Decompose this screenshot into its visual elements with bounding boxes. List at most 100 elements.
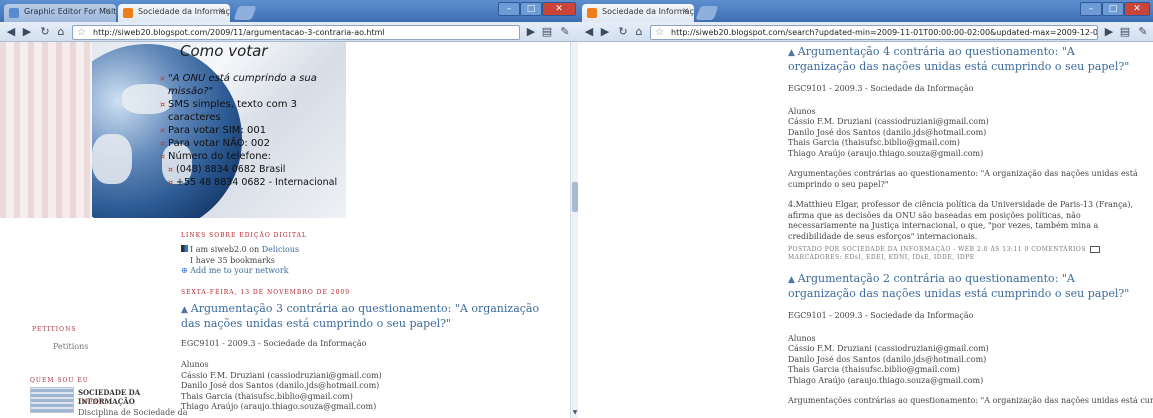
- post-title-text[interactable]: Argumentação 3 contrária ao questionamen…: [181, 302, 539, 330]
- close-tab-icon[interactable]: ×: [104, 6, 111, 15]
- petitions-heading: PETITIONS: [32, 326, 77, 333]
- favicon-icon: [9, 8, 19, 18]
- tab-label: Sociedade da Informação -...: [138, 7, 230, 16]
- post-subtitle: EGC9101 - 2009.3 - Sociedade da Informaç…: [788, 311, 974, 320]
- tab-label: Graphic Editor For Multiling...: [24, 7, 116, 16]
- tab-graphic-editor[interactable]: Graphic Editor For Multiling... ×: [4, 4, 116, 22]
- post-title[interactable]: ▲ Argumentação 2 contrária ao questionam…: [788, 272, 1143, 301]
- aluno-item: Cássio F.M. Druziani (cassiodruziani@gma…: [181, 370, 382, 380]
- profile-description: Disciplina de Sociedade da: [78, 408, 188, 417]
- close-window-button[interactable]: ✕: [1124, 2, 1150, 16]
- aluno-item: Thiago Araújo (araujo.thiago.souza@gmail…: [788, 148, 984, 158]
- banner-item: caracteres: [168, 112, 221, 123]
- blogger-icon: [123, 8, 133, 18]
- links-heading: LINKS SOBRE EDIÇÃO DIGITAL: [181, 232, 307, 239]
- minimize-button[interactable]: –: [498, 2, 520, 16]
- banner-item: "A ONU está cumprindo a sua: [160, 72, 337, 85]
- address-bar[interactable]: ☆ http://siweb20.blogspot.com/2009/11/ar…: [72, 25, 520, 40]
- quem-sou-eu-heading: QUEM SOU EU: [30, 377, 89, 384]
- posted-by[interactable]: POSTADO POR SOCIEDADE DA INFORMAÇÃO - WE…: [788, 246, 1086, 253]
- add-network-link[interactable]: Add me to your network: [190, 266, 288, 275]
- post-subtitle: EGC9101 - 2009.3 - Sociedade da Informaç…: [181, 338, 367, 348]
- go-icon[interactable]: ▶: [524, 25, 538, 39]
- minimize-button[interactable]: –: [1080, 2, 1102, 16]
- aluno-item: Danilo José dos Santos (danilo.jds@hotma…: [788, 127, 987, 137]
- building-image: [0, 42, 92, 218]
- post-subtitle: EGC9101 - 2009.3 - Sociedade da Informaç…: [788, 84, 974, 93]
- go-icon[interactable]: ▶: [1102, 25, 1116, 39]
- delicious-text: I am siweb2.0 on: [190, 245, 262, 254]
- blogger-icon: [587, 8, 597, 18]
- add-icon: ⊕: [181, 266, 191, 275]
- new-tab-button[interactable]: [233, 6, 257, 20]
- aluno-item: Thiago Araújo (araujo.thiago.souza@gmail…: [788, 375, 984, 385]
- aluno-item: Cássio F.M. Druziani (cassiodruziani@gma…: [788, 117, 989, 126]
- banner-item: +55 48 8834 0682 - Internacional: [160, 176, 337, 189]
- new-tab-button[interactable]: [695, 6, 719, 20]
- url-text: http://siweb20.blogspot.com/search?updat…: [671, 28, 1098, 37]
- post-title[interactable]: ▲ Argumentação 3 contrária ao questionam…: [181, 302, 561, 331]
- post-paragraph: 4.Matthieu Elgar, professor de ciência p…: [788, 200, 1133, 241]
- page-menu-icon[interactable]: ▤: [540, 25, 554, 39]
- tab-sociedade[interactable]: Sociedade da Informação -... ×: [582, 4, 694, 22]
- reload-icon[interactable]: ↻: [38, 25, 52, 39]
- home-icon[interactable]: ⌂: [54, 25, 68, 39]
- bookmarks-count: I have 35 bookmarks: [190, 255, 275, 265]
- aluno-item: Cássio F.M. Druziani (cassiodruziani@gma…: [788, 344, 989, 353]
- banner-item: SMS simples, texto com 3: [160, 98, 337, 111]
- email-icon[interactable]: [1089, 246, 1100, 253]
- delicious-link[interactable]: Delicious: [262, 245, 299, 254]
- post-title-text[interactable]: Argumentação 2 contrária ao questionamen…: [788, 272, 1129, 300]
- toolbar: ◀ ▶ ↻ ⌂ ☆ http://siweb20.blogspot.com/se…: [578, 22, 1153, 42]
- home-icon[interactable]: ⌂: [632, 25, 646, 39]
- maximize-button[interactable]: □: [1102, 2, 1124, 16]
- post-icon: ▲: [788, 48, 798, 58]
- vertical-scrollbar[interactable]: ▼: [570, 42, 578, 418]
- banner-title: Como votar: [180, 42, 268, 60]
- url-text: http://siweb20.blogspot.com/2009/11/argu…: [93, 28, 385, 37]
- reload-icon[interactable]: ↻: [616, 25, 630, 39]
- page-menu-icon[interactable]: ▤: [1118, 25, 1132, 39]
- wrench-icon[interactable]: ✎: [558, 25, 572, 39]
- right-browser-window: Sociedade da Informação -... × – □ ✕ ◀ ▶…: [578, 0, 1153, 418]
- date-heading: SEXTA-FEIRA, 13 DE NOVEMBRO DE 2009: [181, 288, 351, 296]
- forward-icon[interactable]: ▶: [20, 25, 34, 39]
- back-icon[interactable]: ◀: [582, 25, 596, 39]
- banner-list: "A ONU está cumprindo a sua missão?" SMS…: [160, 72, 337, 189]
- wrench-icon[interactable]: ✎: [1136, 25, 1150, 39]
- profile-subtitle: - WEB 2.0: [78, 399, 109, 406]
- banner-item: (048) 8834 0682 Brasil: [160, 163, 337, 176]
- close-window-button[interactable]: ✕: [542, 2, 576, 16]
- close-tab-icon[interactable]: ×: [218, 6, 225, 15]
- post-title-text[interactable]: Argumentação 4 contrária ao questionamen…: [788, 45, 1129, 73]
- address-bar[interactable]: ☆ http://siweb20.blogspot.com/search?upd…: [650, 25, 1098, 40]
- post-title[interactable]: ▲ Argumentação 4 contrária ao questionam…: [788, 45, 1143, 74]
- forward-icon[interactable]: ▶: [598, 25, 612, 39]
- delicious-icon: [181, 245, 188, 252]
- post-icon: ▲: [181, 304, 191, 315]
- star-icon[interactable]: ☆: [655, 26, 664, 39]
- maximize-button[interactable]: □: [520, 2, 542, 16]
- aluno-item: Thiago Araújo (araujo.thiago.souza@gmail…: [181, 402, 377, 411]
- star-icon[interactable]: ☆: [77, 26, 86, 39]
- main-column: LINKS SOBRE EDIÇÃO DIGITAL I am siweb2.0…: [181, 232, 561, 413]
- post-icon: ▲: [788, 275, 798, 285]
- scroll-down-icon[interactable]: ▼: [571, 409, 578, 418]
- tab-strip: Sociedade da Informação -... × – □ ✕: [578, 0, 1153, 22]
- toolbar: ◀ ▶ ↻ ⌂ ☆ http://siweb20.blogspot.com/20…: [0, 22, 578, 42]
- aluno-item: Thais Garcia (thaisufsc.biblio@gmail.com…: [788, 138, 960, 147]
- alunos-label: Alunos: [181, 360, 209, 369]
- post-labels[interactable]: MARCADORES: EDsI, EDEI, EDNI, IDsE, IDDE…: [788, 254, 1143, 262]
- tab-sociedade[interactable]: Sociedade da Informação -... ×: [118, 4, 230, 22]
- alunos-label: Alunos: [788, 106, 816, 116]
- profile-image[interactable]: [30, 387, 74, 413]
- banner-item: Para votar SIM: 001: [160, 124, 337, 137]
- post-footer: POSTADO POR SOCIEDADE DA INFORMAÇÃO - WE…: [788, 246, 1143, 254]
- close-tab-icon[interactable]: ×: [682, 6, 689, 15]
- aluno-item: Danilo José dos Santos (danilo.jds@hotma…: [181, 381, 380, 390]
- banner-item: Para votar NÃO: 002: [160, 137, 337, 150]
- tab-strip: Graphic Editor For Multiling... × Socied…: [0, 0, 578, 22]
- petitions-link[interactable]: Petitions: [53, 342, 88, 351]
- back-icon[interactable]: ◀: [4, 25, 18, 39]
- aluno-item: Thais Garcia (thaisufsc.biblio@gmail.com…: [788, 365, 960, 374]
